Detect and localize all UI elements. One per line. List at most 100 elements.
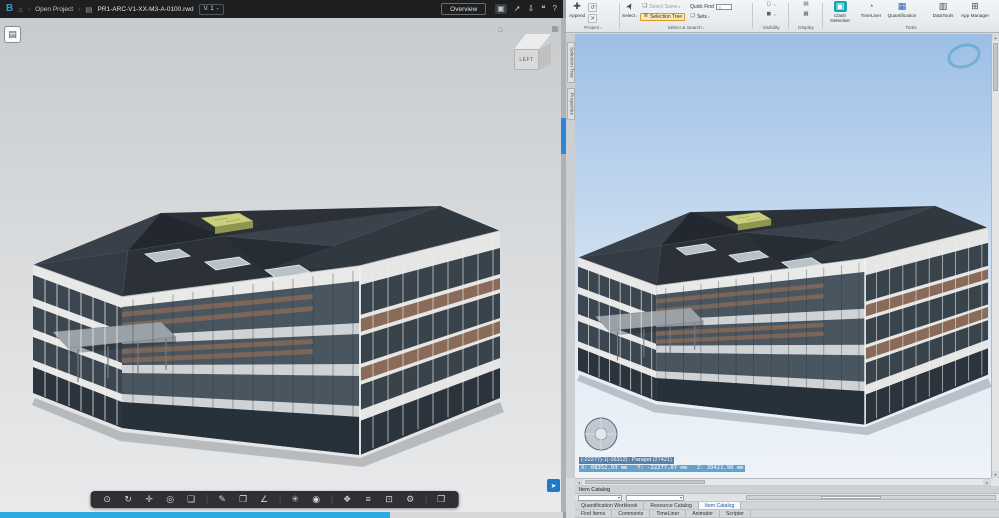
scroll-right-icon[interactable] bbox=[983, 479, 991, 485]
ribbon-group-label-display[interactable]: Display bbox=[791, 26, 821, 31]
right-3d-model bbox=[576, 205, 991, 436]
section-icon[interactable] bbox=[237, 495, 249, 504]
sets-icon bbox=[690, 14, 695, 20]
ribbon-group-label-visibility[interactable]: Visibility bbox=[755, 26, 787, 31]
toolbar-group bbox=[279, 495, 331, 504]
grid-icon[interactable] bbox=[551, 24, 559, 33]
quick-find-button[interactable]: Quick Find bbox=[688, 3, 734, 11]
datatools-label: DataTools bbox=[932, 13, 954, 18]
panel-tab-animator[interactable]: Animator bbox=[686, 510, 720, 517]
version-dropdown[interactable]: V. 1 bbox=[198, 3, 224, 15]
download-icon[interactable] bbox=[528, 5, 535, 13]
ribbon-divider bbox=[822, 3, 823, 29]
sets-button[interactable]: Sets bbox=[688, 13, 734, 21]
panel-tab-find-items[interactable]: Find Items bbox=[575, 510, 613, 517]
help-icon[interactable] bbox=[553, 5, 557, 13]
ribbon-group-select-search: Select Select Same Selection Tree bbox=[622, 0, 750, 32]
panel-scrollbar[interactable] bbox=[746, 495, 996, 500]
viewcube[interactable]: LEFT bbox=[505, 34, 551, 74]
settings-icon[interactable] bbox=[404, 495, 416, 504]
left-3d-model bbox=[31, 205, 505, 468]
vertical-scrollbar[interactable]: ▴ ▾ bbox=[991, 34, 999, 478]
vertical-scrollbar-thumb[interactable] bbox=[993, 43, 998, 91]
panel-tab-resource-catalog[interactable]: Resource Catalog bbox=[644, 502, 699, 509]
append-button[interactable]: Append bbox=[569, 1, 585, 24]
horizontal-scrollbar-thumb[interactable] bbox=[585, 480, 705, 484]
panel-tab-timeliner[interactable]: TimeLiner bbox=[650, 510, 687, 517]
comment-icon[interactable] bbox=[541, 5, 545, 13]
toolbar-group bbox=[425, 495, 456, 504]
walk-icon[interactable] bbox=[101, 495, 113, 504]
model-browser-button[interactable] bbox=[4, 26, 21, 43]
datatools-button[interactable]: DataTools bbox=[929, 1, 957, 24]
panel-title-bar[interactable]: Item Catalog bbox=[575, 486, 999, 494]
reset-all-icon[interactable] bbox=[588, 14, 598, 23]
properties-icon[interactable] bbox=[362, 495, 374, 504]
dock-tab-selection-tree[interactable]: Selection Tree bbox=[566, 42, 575, 83]
ribbon-group-label-select-search[interactable]: Select & Search bbox=[622, 26, 750, 31]
panel-tab-item-catalog[interactable]: Item Catalog bbox=[698, 502, 742, 509]
model-browser-icon[interactable] bbox=[341, 495, 353, 504]
viewcube-side-face[interactable] bbox=[539, 43, 551, 70]
ribbon-group-label-project[interactable]: Project bbox=[569, 26, 617, 31]
screenshot-icon[interactable] bbox=[383, 495, 395, 504]
ribbon-group-label-tools[interactable]: Tools bbox=[825, 26, 997, 31]
scroll-up-icon[interactable]: ▴ bbox=[992, 34, 999, 41]
assistant-button[interactable] bbox=[547, 479, 560, 492]
refresh-icon[interactable] bbox=[588, 3, 598, 12]
app-manager-button[interactable]: App Manager bbox=[960, 1, 990, 24]
breadcrumb-filename[interactable]: PR1-ARC-V1-XX-M3-A-0100.rwd bbox=[97, 6, 193, 13]
catalog-filter-dropdown[interactable] bbox=[578, 494, 622, 501]
navigation-wheel[interactable] bbox=[583, 416, 619, 452]
panel-tab-scripter[interactable]: Scripter bbox=[720, 510, 751, 517]
orbit-icon[interactable] bbox=[122, 495, 134, 504]
splitter-handle[interactable] bbox=[561, 118, 566, 154]
scroll-left-icon[interactable] bbox=[575, 479, 583, 485]
render-style-button[interactable] bbox=[801, 11, 810, 19]
viewcube-front-face[interactable]: LEFT bbox=[514, 49, 539, 70]
timeliner-label: TimeLiner bbox=[860, 13, 882, 18]
zoom-icon[interactable] bbox=[164, 495, 176, 504]
horizontal-scrollbar[interactable] bbox=[575, 478, 991, 486]
measure-icon[interactable] bbox=[258, 495, 270, 504]
select-same-button[interactable]: Select Same bbox=[640, 3, 685, 11]
present-icon[interactable] bbox=[495, 4, 507, 14]
breadcrumb-project[interactable]: Open Project bbox=[35, 6, 73, 13]
fit-view-icon[interactable] bbox=[185, 495, 197, 504]
append-label: Append bbox=[569, 13, 586, 18]
panel-tab-comments[interactable]: Comments bbox=[612, 510, 651, 517]
clash-detective-icon bbox=[833, 1, 847, 12]
panel-tab-quantification-workbook[interactable]: Quantification Workbook bbox=[575, 502, 645, 509]
scroll-down-icon[interactable]: ▾ bbox=[992, 471, 999, 478]
left-viewport[interactable]: LEFT bbox=[0, 18, 563, 518]
topbar-actions bbox=[495, 4, 557, 14]
overview-button[interactable]: Overview bbox=[441, 3, 487, 15]
select-button[interactable]: Select bbox=[622, 1, 637, 24]
share-icon[interactable] bbox=[514, 5, 521, 13]
timeliner-icon bbox=[865, 1, 877, 12]
clash-detective-button[interactable]: Clash Detective bbox=[825, 1, 855, 24]
selection-tree-button[interactable]: Selection Tree bbox=[640, 13, 686, 21]
panel-scrollbar-thumb[interactable] bbox=[821, 496, 882, 499]
timeliner-button[interactable]: TimeLiner bbox=[858, 1, 884, 24]
display-mode-button[interactable] bbox=[801, 1, 810, 9]
home-icon[interactable] bbox=[18, 5, 23, 14]
breadcrumb-separator-icon bbox=[28, 6, 30, 13]
hide-button[interactable] bbox=[764, 1, 777, 9]
dock-tab-properties[interactable]: Properties bbox=[566, 87, 575, 120]
window-splitter[interactable] bbox=[561, 18, 566, 512]
navisworks-viewport[interactable]: (-22277)-1(-16312) : Parapet (27421) X: … bbox=[575, 34, 991, 478]
autodesk-logo[interactable]: B bbox=[6, 4, 13, 14]
quick-find-input[interactable] bbox=[715, 4, 732, 10]
quantification-button[interactable]: Quantification bbox=[887, 1, 917, 24]
viewcube-home-icon[interactable] bbox=[498, 24, 503, 34]
ribbon-group-tools: Clash Detective TimeLiner Quantification… bbox=[825, 0, 997, 32]
unhide-button[interactable] bbox=[764, 11, 777, 19]
pan-icon[interactable] bbox=[143, 495, 155, 504]
camera-icon[interactable] bbox=[310, 495, 322, 504]
explode-icon[interactable] bbox=[289, 495, 301, 504]
markup-icon[interactable] bbox=[216, 495, 228, 504]
catalog-view-dropdown[interactable] bbox=[626, 494, 684, 501]
fullscreen-icon[interactable] bbox=[435, 495, 447, 504]
sets-label: Sets bbox=[697, 14, 710, 20]
